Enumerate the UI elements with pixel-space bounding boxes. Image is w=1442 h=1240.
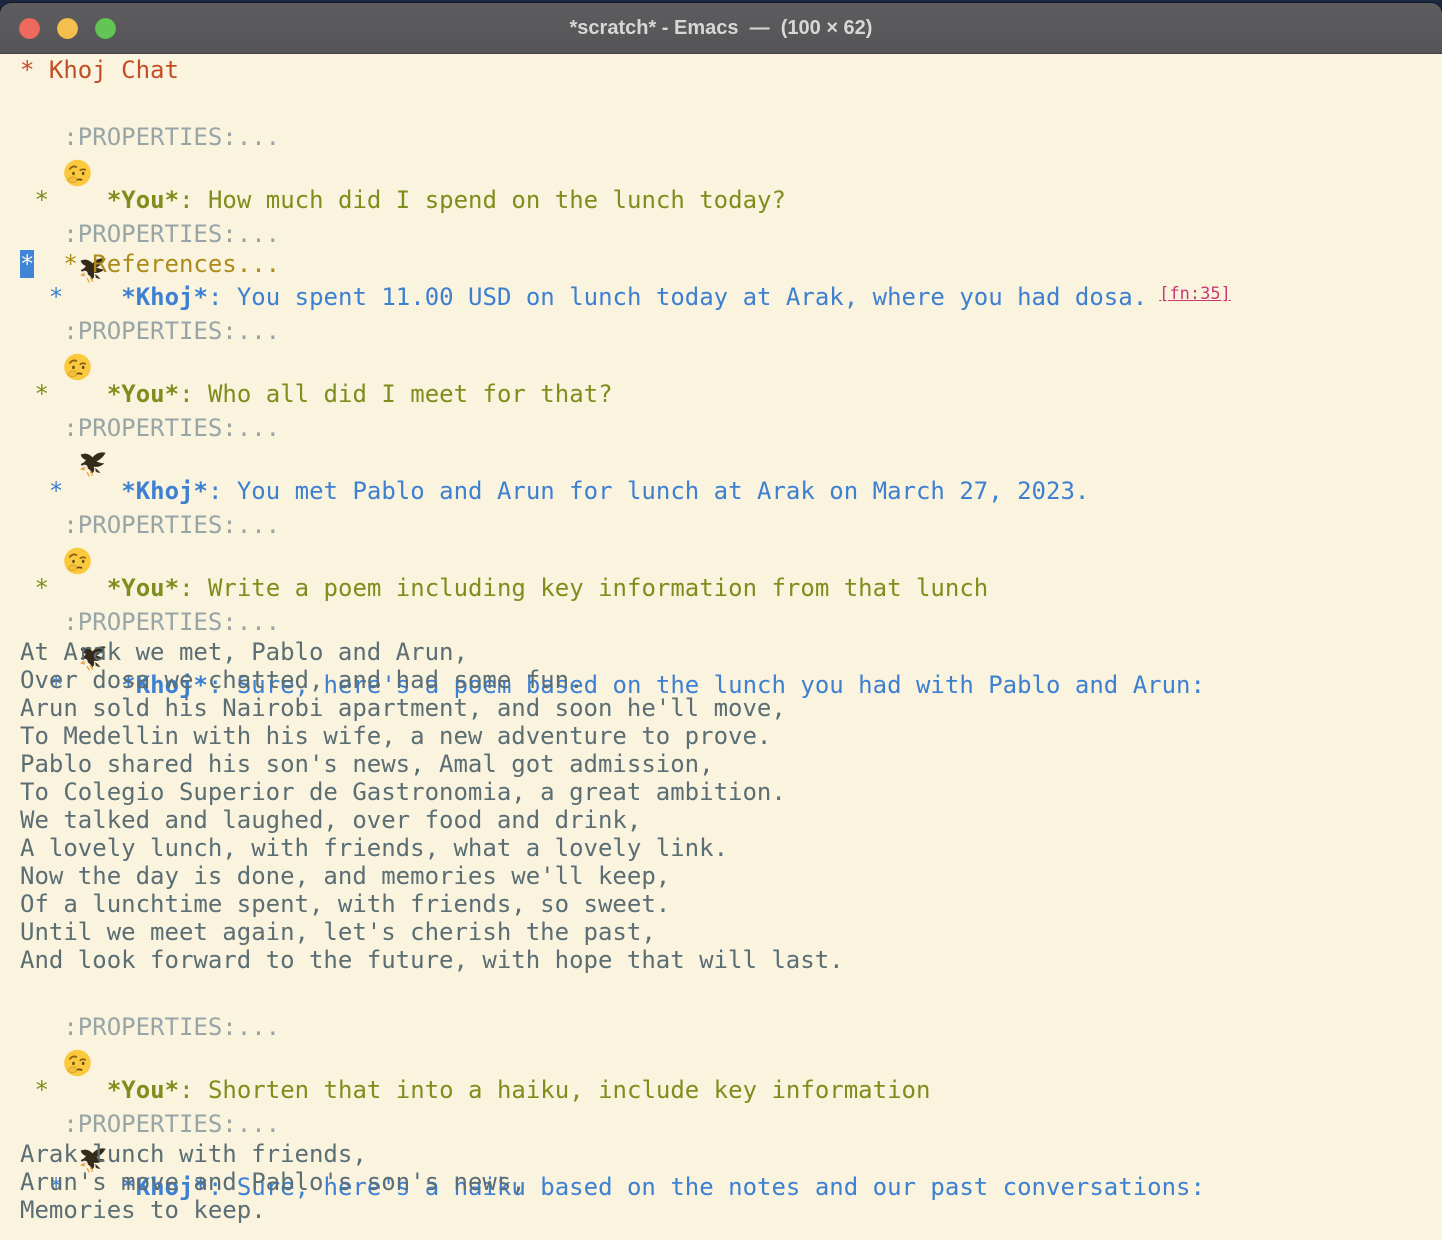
properties-drawer[interactable]: :PROPERTIES:... bbox=[20, 1108, 1442, 1140]
thinking-emoji bbox=[63, 472, 92, 502]
properties-drawer-text: :PROPERTIES:... bbox=[20, 511, 280, 539]
properties-drawer-text: :PROPERTIES:... bbox=[20, 1013, 280, 1041]
response-body-line-text: Until we meet again, let's cherish the p… bbox=[20, 918, 656, 946]
response-body-line-text: Over dosa we chatted, and had some fun. bbox=[20, 666, 584, 694]
response-body-line-text: Arak lunch with friends, bbox=[20, 1140, 367, 1168]
chat-message-khoj: * *Khoj*: Sure, here's a haiku based on … bbox=[20, 1071, 1442, 1108]
chat-message-khoj: * *Khoj*: You spent 11.00 USD on lunch t… bbox=[20, 181, 1442, 218]
close-button[interactable] bbox=[19, 18, 40, 39]
chat-message-you: * *You*: Shorten that into a haiku, incl… bbox=[20, 974, 1442, 1011]
chat-message-you: * *You*: Write a poem including key info… bbox=[20, 472, 1442, 509]
response-body-line-text: A lovely lunch, with friends, what a lov… bbox=[20, 834, 728, 862]
text-cursor: * bbox=[20, 250, 34, 278]
references-heading[interactable]: * * References... bbox=[20, 250, 1442, 278]
minimize-button[interactable] bbox=[57, 18, 78, 39]
properties-drawer[interactable]: :PROPERTIES:... bbox=[20, 606, 1442, 638]
response-body-line: Until we meet again, let's cherish the p… bbox=[20, 918, 1442, 946]
response-body-line: A lovely lunch, with friends, what a lov… bbox=[20, 834, 1442, 862]
properties-drawer-text: :PROPERTIES:... bbox=[20, 414, 280, 442]
properties-drawer[interactable]: :PROPERTIES:... bbox=[20, 315, 1442, 347]
properties-drawer[interactable]: :PROPERTIES:... bbox=[20, 509, 1442, 541]
blank-line bbox=[20, 347, 1442, 375]
eagle-emoji bbox=[78, 569, 107, 599]
response-body-line: Pablo shared his son's news, Amal got ad… bbox=[20, 750, 1442, 778]
properties-drawer-text: :PROPERTIES:... bbox=[20, 608, 280, 636]
references-label: * References... bbox=[34, 250, 280, 278]
response-body-line-text: To Colegio Superior de Gastronomia, a gr… bbox=[20, 778, 786, 806]
blank-line bbox=[20, 1043, 1442, 1071]
window-controls bbox=[0, 18, 116, 39]
chat-message-khoj: * *Khoj*: You met Pablo and Arun for lun… bbox=[20, 375, 1442, 412]
response-body-line: Of a lunchtime spent, with friends, so s… bbox=[20, 890, 1442, 918]
properties-drawer[interactable]: :PROPERTIES:... bbox=[20, 218, 1442, 250]
thinking-emoji bbox=[63, 278, 92, 308]
response-body-line: To Colegio Superior de Gastronomia, a gr… bbox=[20, 778, 1442, 806]
blank-line bbox=[20, 541, 1442, 569]
emacs-window: *scratch* - Emacs — (100 × 62) * Khoj Ch… bbox=[0, 3, 1442, 1240]
org-level1-heading-text: * Khoj Chat bbox=[20, 56, 179, 84]
response-body-line: Now the day is done, and memories we'll … bbox=[20, 862, 1442, 890]
thinking-emoji bbox=[63, 974, 92, 1004]
chat-message-you: * *You*: How much did I spend on the lun… bbox=[20, 84, 1442, 121]
properties-drawer[interactable]: :PROPERTIES:... bbox=[20, 121, 1442, 153]
properties-drawer-text: :PROPERTIES:... bbox=[20, 1110, 280, 1138]
footnote-link[interactable]: [fn:35] bbox=[1159, 284, 1231, 304]
response-body-line-text: Now the day is done, and memories we'll … bbox=[20, 862, 670, 890]
editor-buffer[interactable]: * Khoj Chat * *You*: How much did I spen… bbox=[0, 54, 1442, 1240]
window-title: *scratch* - Emacs — (100 × 62) bbox=[0, 3, 1442, 53]
eagle-emoji bbox=[78, 375, 107, 405]
response-body-line-text: To Medellin with his wife, a new adventu… bbox=[20, 722, 771, 750]
blank-line bbox=[20, 153, 1442, 181]
response-body-line-text: Pablo shared his son's news, Amal got ad… bbox=[20, 750, 714, 778]
titlebar: *scratch* - Emacs — (100 × 62) bbox=[0, 3, 1442, 54]
response-body-line-text: Memories to keep. bbox=[20, 1196, 266, 1224]
org-level1-heading: * Khoj Chat bbox=[20, 56, 1442, 84]
response-body-line-text: Arun's move and Pablo's son's news, bbox=[20, 1168, 526, 1196]
properties-drawer-text: :PROPERTIES:... bbox=[20, 220, 280, 248]
eagle-emoji bbox=[78, 181, 107, 211]
response-body-line-text: We talked and laughed, over food and dri… bbox=[20, 806, 641, 834]
chat-message-khoj: * *Khoj*: Sure, here's a poem based on t… bbox=[20, 569, 1442, 606]
blank-line bbox=[20, 444, 1442, 472]
response-body-line-text: And look forward to the future, with hop… bbox=[20, 946, 844, 974]
response-body-line: To Medellin with his wife, a new adventu… bbox=[20, 722, 1442, 750]
response-body-line-text: At Arak we met, Pablo and Arun, bbox=[20, 638, 468, 666]
eagle-emoji bbox=[78, 1071, 107, 1101]
properties-drawer[interactable]: :PROPERTIES:... bbox=[20, 1011, 1442, 1043]
response-body-line: And look forward to the future, with hop… bbox=[20, 946, 1442, 974]
response-body-line-text: Of a lunchtime spent, with friends, so s… bbox=[20, 890, 670, 918]
response-body-line: We talked and laughed, over food and dri… bbox=[20, 806, 1442, 834]
response-body-line: Arak lunch with friends, bbox=[20, 1140, 1442, 1168]
response-body-line-text: Arun sold his Nairobi apartment, and soo… bbox=[20, 694, 786, 722]
zoom-button[interactable] bbox=[95, 18, 116, 39]
properties-drawer-text: :PROPERTIES:... bbox=[20, 317, 280, 345]
properties-drawer[interactable]: :PROPERTIES:... bbox=[20, 412, 1442, 444]
response-body-line: Arun sold his Nairobi apartment, and soo… bbox=[20, 694, 1442, 722]
properties-drawer-text: :PROPERTIES:... bbox=[20, 123, 280, 151]
response-body-line: At Arak we met, Pablo and Arun, bbox=[20, 638, 1442, 666]
thinking-emoji bbox=[63, 84, 92, 114]
